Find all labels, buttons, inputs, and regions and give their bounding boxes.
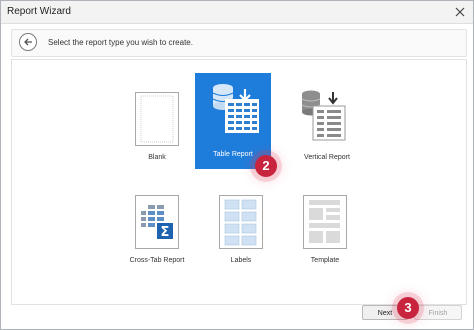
blank-report-icon	[135, 92, 179, 146]
report-type-template[interactable]: Template	[287, 195, 363, 291]
cross-tab-report-icon: Σ	[135, 195, 179, 249]
report-type-table-report[interactable]: Table Report	[195, 73, 271, 169]
vertical-report-icon	[301, 90, 346, 141]
step-badge: 3	[397, 297, 419, 319]
arrow-left-icon	[24, 38, 32, 46]
table-report-icon	[212, 84, 259, 133]
close-button[interactable]	[451, 3, 469, 21]
template-icon	[303, 195, 347, 249]
report-wizard-window: Report Wizard Select the report type you…	[0, 0, 474, 330]
back-button[interactable]	[19, 33, 37, 51]
report-type-labels[interactable]: Labels	[203, 195, 279, 291]
report-type-cross-tab-report[interactable]: Σ Cross-Tab Report	[119, 195, 195, 291]
step-badge: 2	[255, 155, 277, 177]
finish-button[interactable]: Finish	[414, 305, 462, 320]
report-type-blank[interactable]: Blank	[119, 78, 195, 174]
report-type-gallery: Blank Table Report Vertical Report Σ Cro…	[11, 59, 467, 305]
title-bar: Report Wizard	[1, 1, 473, 24]
wizard-prompt: Select the report type you wish to creat…	[48, 38, 193, 47]
report-type-label: Vertical Report	[304, 154, 350, 161]
labels-icon	[219, 195, 263, 249]
svg-text:Σ: Σ	[161, 225, 170, 240]
report-type-vertical-report[interactable]: Vertical Report	[289, 78, 365, 174]
window-title: Report Wizard	[7, 6, 71, 17]
report-type-label: Template	[310, 257, 340, 264]
close-icon	[455, 7, 465, 17]
wizard-header: Select the report type you wish to creat…	[11, 29, 467, 57]
